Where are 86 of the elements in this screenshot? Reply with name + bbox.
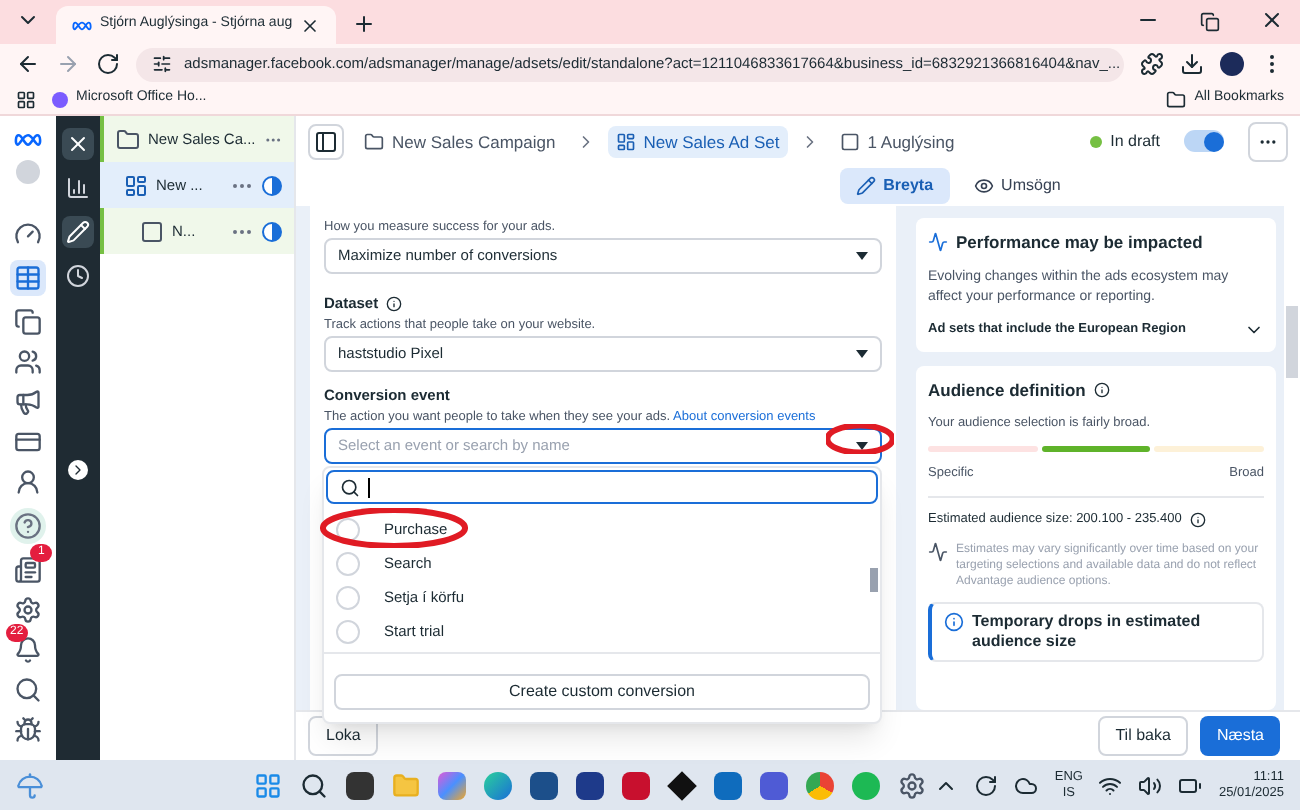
browser-icon[interactable] xyxy=(483,771,512,799)
caret-icon xyxy=(856,349,868,358)
breadcrumb-link[interactable]: New Sales Ad Set xyxy=(607,125,788,159)
shield-icon[interactable] xyxy=(621,771,650,799)
help-icon xyxy=(14,512,42,540)
trend-icon xyxy=(928,541,948,562)
breadcrumb-link[interactable]: New Sales Campaign xyxy=(356,125,564,159)
search-icon xyxy=(340,477,360,497)
alert-title: Temporary drops in estimated audience size xyxy=(972,611,1203,652)
app-icon[interactable] xyxy=(759,771,788,799)
back-button[interactable]: Til baka xyxy=(1097,716,1189,757)
app-icon[interactable] xyxy=(575,771,604,799)
profile-avatar[interactable] xyxy=(1220,52,1244,76)
edit-button[interactable] xyxy=(62,216,94,248)
scrollbar-thumb[interactable] xyxy=(870,568,878,592)
toggle-switch[interactable] xyxy=(1184,130,1224,153)
megaphone-icon[interactable] xyxy=(14,388,42,416)
folder-icon xyxy=(116,127,140,151)
store-icon[interactable] xyxy=(529,771,558,799)
weather-icon[interactable] xyxy=(16,771,44,799)
breadcrumb-link[interactable]: 1 Auglýsing xyxy=(831,125,963,159)
meta-logo-icon[interactable] xyxy=(72,19,92,31)
search-icon[interactable] xyxy=(14,676,42,704)
battery-icon[interactable] xyxy=(1178,773,1203,797)
sidebar-icon xyxy=(314,129,338,154)
search-field[interactable] xyxy=(326,470,878,504)
chart-icon[interactable] xyxy=(66,176,90,200)
trend-icon xyxy=(928,232,948,253)
download-icon[interactable] xyxy=(1180,52,1204,76)
news-icon[interactable] xyxy=(14,556,42,584)
table-icon xyxy=(14,264,42,292)
square-icon xyxy=(839,131,860,152)
extensions-icon[interactable] xyxy=(1140,52,1164,76)
back-icon[interactable] xyxy=(16,52,40,76)
search-icon[interactable] xyxy=(299,771,328,799)
people-icon[interactable] xyxy=(14,348,42,376)
caret-icon xyxy=(856,251,868,260)
pages-icon[interactable] xyxy=(14,308,42,336)
pencil-icon xyxy=(855,175,876,196)
eye-icon xyxy=(973,175,994,196)
cloud-icon[interactable] xyxy=(1014,773,1039,797)
close-icon[interactable] xyxy=(1260,8,1284,32)
card-icon[interactable] xyxy=(14,428,42,456)
gauge-icon[interactable] xyxy=(14,220,42,248)
sync-icon[interactable] xyxy=(974,773,999,797)
info-icon[interactable] xyxy=(1093,382,1110,399)
site-settings-icon xyxy=(152,54,172,74)
mode-tab[interactable]: Umsögn xyxy=(957,167,1077,204)
folder-icon xyxy=(1166,89,1187,109)
close-icon[interactable] xyxy=(300,15,321,35)
grid-icon xyxy=(124,173,148,197)
pencil-icon xyxy=(66,220,90,244)
restore-icon[interactable] xyxy=(1200,12,1220,32)
volume-icon[interactable] xyxy=(1138,773,1163,797)
info-icon[interactable] xyxy=(386,295,403,312)
close-button[interactable] xyxy=(62,128,94,160)
person-icon[interactable] xyxy=(14,468,42,496)
info-icon xyxy=(944,611,964,632)
meta-logo-icon[interactable] xyxy=(14,132,42,148)
apps-icon[interactable] xyxy=(16,89,36,109)
bug-icon[interactable] xyxy=(14,716,42,744)
mail-icon[interactable] xyxy=(713,771,742,799)
caret-icon xyxy=(856,441,868,450)
task-view-icon[interactable] xyxy=(345,771,374,799)
grid-icon xyxy=(615,131,636,152)
square-icon xyxy=(140,219,164,243)
chrome-icon[interactable] xyxy=(805,771,834,799)
new-tab-icon[interactable] xyxy=(352,12,377,36)
card-title: Performance may be impacted xyxy=(956,229,1203,256)
chevron-icon xyxy=(70,462,86,478)
wifi-icon[interactable] xyxy=(1098,773,1123,797)
reload-icon[interactable] xyxy=(96,52,120,76)
next-button[interactable]: Næsta xyxy=(1200,716,1280,757)
status-label: In draft xyxy=(1090,129,1160,154)
panel-toggle-button[interactable] xyxy=(308,123,344,160)
folder-icon xyxy=(364,131,384,152)
history-icon[interactable] xyxy=(66,264,90,288)
card-title: Audience definition xyxy=(928,377,1086,403)
table-nav-button[interactable] xyxy=(10,260,46,296)
close-icon xyxy=(66,132,90,156)
scrollbar-thumb[interactable] xyxy=(1286,305,1298,378)
mode-tab[interactable]: Breyta xyxy=(839,167,950,204)
create-conversion-button[interactable]: Create custom conversion xyxy=(334,674,870,710)
start-icon[interactable] xyxy=(253,771,282,799)
info-icon[interactable] xyxy=(1189,511,1206,528)
expand-button[interactable] xyxy=(68,460,88,480)
